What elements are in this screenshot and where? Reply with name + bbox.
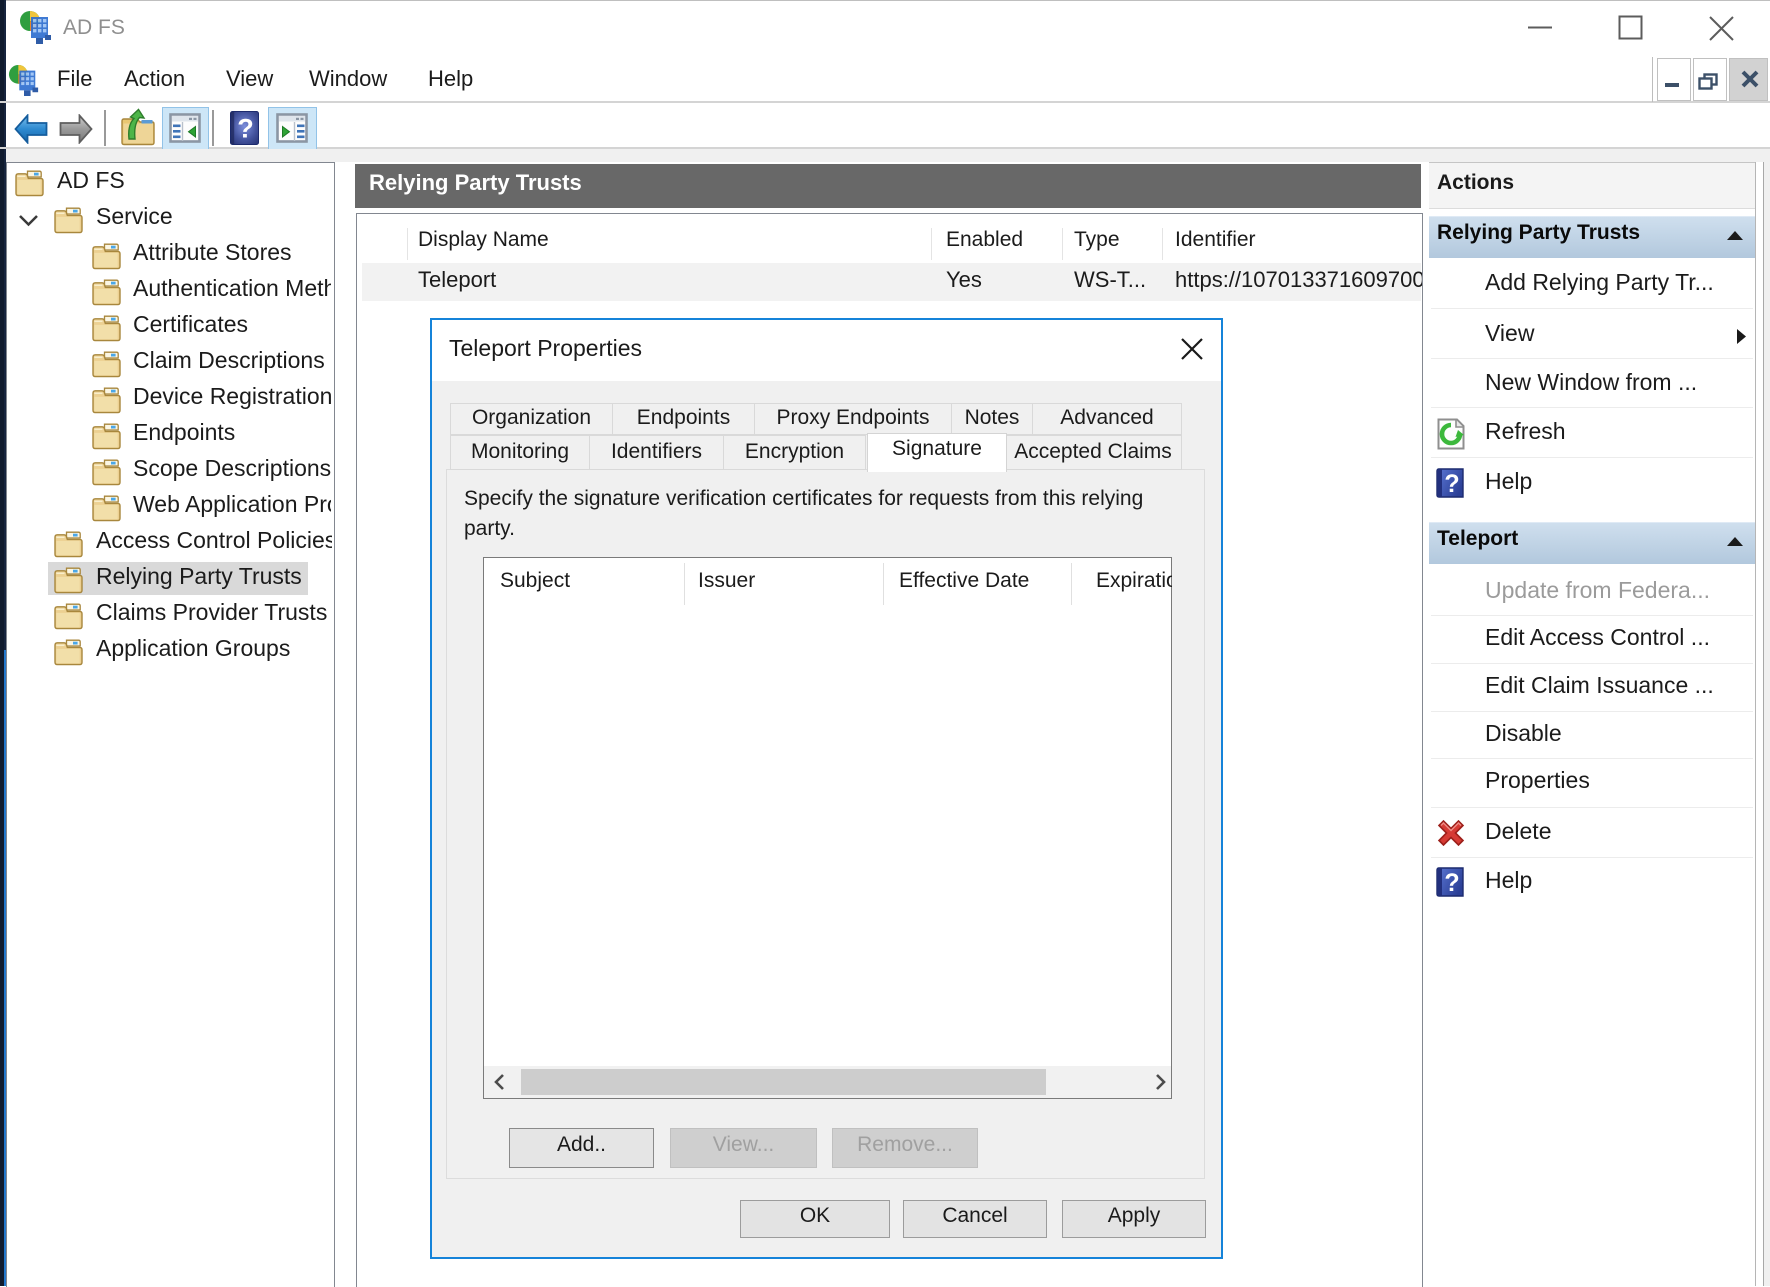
svg-text:?: ?: [1444, 470, 1459, 498]
svg-text:?: ?: [1444, 869, 1459, 897]
